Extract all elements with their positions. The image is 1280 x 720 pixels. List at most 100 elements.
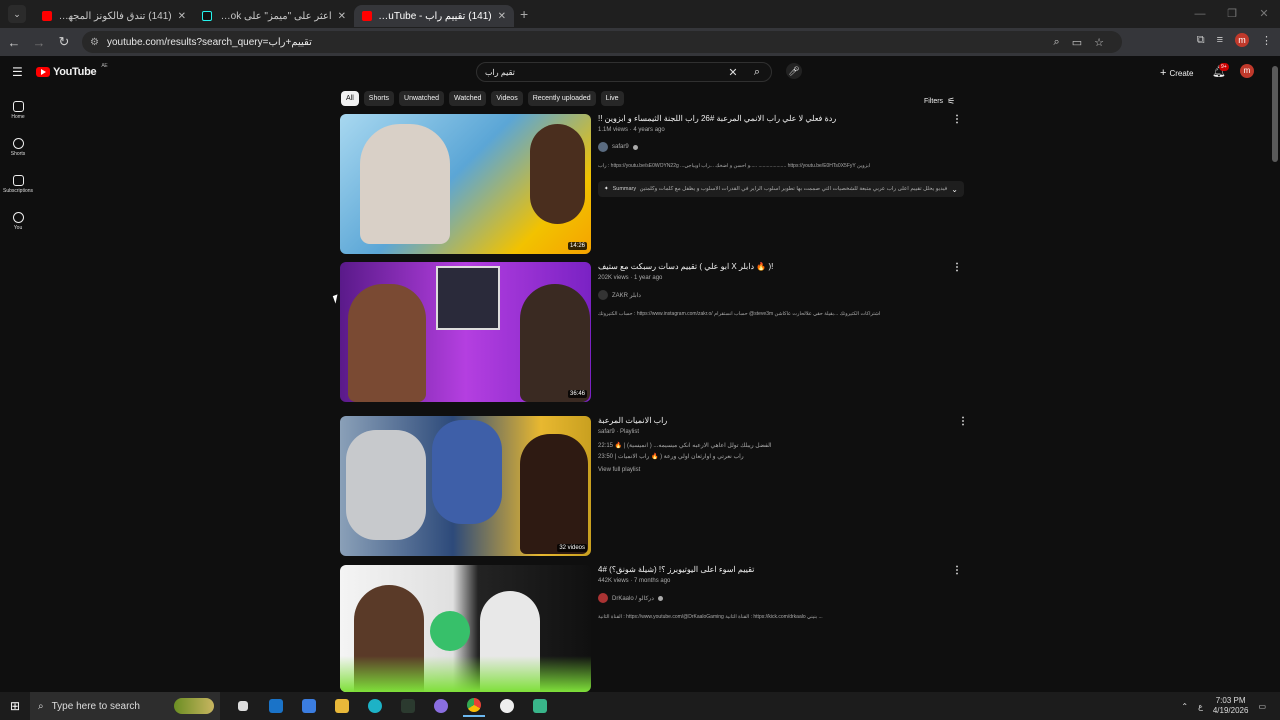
back-icon[interactable]: ← xyxy=(3,35,25,50)
microphone-icon[interactable]: 🎤︎ xyxy=(786,63,802,79)
chip-live[interactable]: Live xyxy=(600,91,624,106)
video-result: 14:26 ردة فعلي لا علي راب الانمي المرعبة… xyxy=(340,114,970,254)
system-tray: ⌃ ع 7:03 PM 4/19/2026 ▭ xyxy=(1181,692,1280,720)
chip-watched[interactable]: Watched xyxy=(449,91,487,106)
channel-avatar[interactable] xyxy=(598,142,608,152)
outlook-icon[interactable] xyxy=(265,695,287,717)
terminal-icon[interactable] xyxy=(397,695,419,717)
account-avatar[interactable]: m xyxy=(1240,64,1254,78)
sidebar-item-home[interactable]: Home xyxy=(0,92,36,129)
chevron-up-icon[interactable]: ⌃ xyxy=(1181,702,1188,711)
youtube-logo[interactable]: YouTube AE xyxy=(36,63,108,78)
chevron-down-icon[interactable]: ⌄ xyxy=(951,185,958,194)
thumbnail-figure xyxy=(520,284,590,402)
chrome-icon[interactable] xyxy=(463,695,485,717)
channel-name[interactable]: DrKaalo / دركالو xyxy=(612,595,654,602)
channel-name[interactable]: ZAKR دابلر xyxy=(612,292,641,299)
close-icon[interactable]: ✕ xyxy=(498,11,506,22)
browser-tab-active[interactable]: (141) تقييم راب - YouTube ✕ xyxy=(354,5,514,27)
playlist-item[interactable]: راب نعرتي و اوارثعان اولي ورعة ( 🔥 راب ا… xyxy=(598,452,958,463)
edge-icon[interactable] xyxy=(364,695,386,717)
chip-shorts[interactable]: Shorts xyxy=(363,91,395,106)
close-icon[interactable]: ✕ xyxy=(178,11,186,22)
file-explorer-icon[interactable] xyxy=(331,695,353,717)
ai-summary[interactable]: ✦ Summary فيديو يحلل تقييم أعلى راب عربي… xyxy=(598,181,964,197)
browser-tab[interactable]: اعثر على "ميمز" على TikTok | بحث ✕ xyxy=(194,5,354,27)
video-thumbnail[interactable] xyxy=(340,565,591,692)
notification-center-icon[interactable]: ▭ xyxy=(1258,702,1266,711)
video-thumbnail[interactable]: 14:26 xyxy=(340,114,591,254)
minimize-icon[interactable]: — xyxy=(1184,0,1216,28)
video-thumbnail[interactable]: 36:46 xyxy=(340,262,591,402)
summary-label: Summary xyxy=(612,186,637,192)
chip-videos[interactable]: Videos xyxy=(491,91,523,106)
shorts-icon xyxy=(12,138,24,149)
channel-row[interactable]: safar9 xyxy=(598,142,958,152)
extensions-icon[interactable]: ⧉ xyxy=(1197,34,1205,47)
task-view-icon[interactable] xyxy=(232,695,254,717)
discord-icon[interactable] xyxy=(430,695,452,717)
tab-search-button[interactable]: ⌄ xyxy=(8,5,26,23)
close-icon[interactable]: ✕ xyxy=(338,11,346,22)
playlist-meta[interactable]: safar9 · Playlist xyxy=(598,429,958,435)
taskbar-clock[interactable]: 7:03 PM 4/19/2026 xyxy=(1213,696,1249,716)
chip-recently-uploaded[interactable]: Recently uploaded xyxy=(527,91,596,106)
search-icon[interactable]: ⌕ xyxy=(743,66,771,79)
channel-row[interactable]: ZAKR دابلر xyxy=(598,290,958,300)
more-actions-icon[interactable]: ⋮ xyxy=(952,565,962,576)
chip-unwatched[interactable]: Unwatched xyxy=(399,91,445,106)
home-icon xyxy=(12,101,24,112)
browser-tab[interactable]: (141) تندق فالكونز المجهول ✕ xyxy=(34,5,194,27)
video-title[interactable]: ردة فعلي لا علي راب الانمي المرعبة #26 ر… xyxy=(598,114,958,123)
hamburger-menu-icon[interactable]: ☰ xyxy=(12,65,23,79)
taskbar-search[interactable]: ⌕ Type here to search xyxy=(30,692,220,720)
address-bar[interactable]: ⚙ youtube.com/results?search_query=تقييم… xyxy=(82,31,1122,53)
windows-start-icon[interactable]: ⊞ xyxy=(0,699,30,713)
playlist-item[interactable]: الفضل ريبلك تولل اعاهي الارعبه انكي ميسي… xyxy=(598,441,958,452)
maximize-icon[interactable]: ❐ xyxy=(1216,0,1248,28)
site-info-icon[interactable]: ⚙ xyxy=(90,37,99,48)
clear-search-icon[interactable]: ✕ xyxy=(723,66,743,79)
chip-all[interactable]: All xyxy=(341,91,359,106)
store-icon[interactable] xyxy=(298,695,320,717)
profile-avatar[interactable]: m xyxy=(1235,33,1249,47)
create-button[interactable]: + Create xyxy=(1160,67,1193,79)
search-input[interactable]: تقيم راب xyxy=(477,68,723,77)
page-scrollbar[interactable] xyxy=(1272,66,1278,162)
channel-avatar[interactable] xyxy=(598,593,608,603)
search-highlight-image xyxy=(174,698,214,714)
channel-name[interactable]: safar9 xyxy=(612,144,629,150)
channel-avatar[interactable] xyxy=(598,290,608,300)
sidebar-item-you[interactable]: You xyxy=(0,203,36,240)
sidebar-item-shorts[interactable]: Shorts xyxy=(0,129,36,166)
more-actions-icon[interactable]: ⋮ xyxy=(952,114,962,125)
reload-icon[interactable]: ↻ xyxy=(53,34,75,50)
channel-row[interactable]: DrKaalo / دركالو xyxy=(598,593,958,603)
close-window-icon[interactable]: ✕ xyxy=(1248,0,1280,28)
view-full-playlist-link[interactable]: View full playlist xyxy=(598,465,958,476)
filters-button[interactable]: Filters ⚟ xyxy=(924,96,955,107)
cast-icon[interactable]: ▭ xyxy=(1072,36,1082,49)
video-title[interactable]: !( 🔥 دابلر X ابو علي ) تقييم دسات رسبكت … xyxy=(598,262,958,271)
more-actions-icon[interactable]: ⋮ xyxy=(958,416,968,427)
thumbnail-figure xyxy=(530,124,585,224)
view-count: 1.1M views xyxy=(598,127,629,133)
playlist-title[interactable]: راب الانميات المرعبة xyxy=(598,416,958,425)
sidebar-item-subscriptions[interactable]: Subscriptions xyxy=(0,166,36,203)
media-controls-icon[interactable]: ≡ xyxy=(1217,34,1223,46)
app-icon[interactable] xyxy=(529,695,551,717)
input-language[interactable]: ع xyxy=(1198,702,1203,711)
video-meta: 202K views · 1 year ago xyxy=(598,275,663,281)
browser-menu-icon[interactable]: ⋮ xyxy=(1261,34,1272,47)
bookmark-star-icon[interactable]: ☆ xyxy=(1094,36,1104,49)
verified-icon xyxy=(657,595,663,601)
youtube-play-icon xyxy=(36,67,50,77)
new-tab-button[interactable]: + xyxy=(520,6,528,22)
video-title[interactable]: تقييم اسوء اعلى اليوتيوبرز ؟! (شيلة شونق… xyxy=(598,565,958,574)
more-actions-icon[interactable]: ⋮ xyxy=(952,262,962,273)
zoom-icon[interactable]: ⌕ xyxy=(1054,36,1060,49)
search-box[interactable]: تقيم راب ✕ ⌕ xyxy=(476,62,772,82)
obs-icon[interactable] xyxy=(496,695,518,717)
forward-icon[interactable]: → xyxy=(28,35,50,50)
playlist-thumbnail[interactable]: 32 videos xyxy=(340,416,591,556)
